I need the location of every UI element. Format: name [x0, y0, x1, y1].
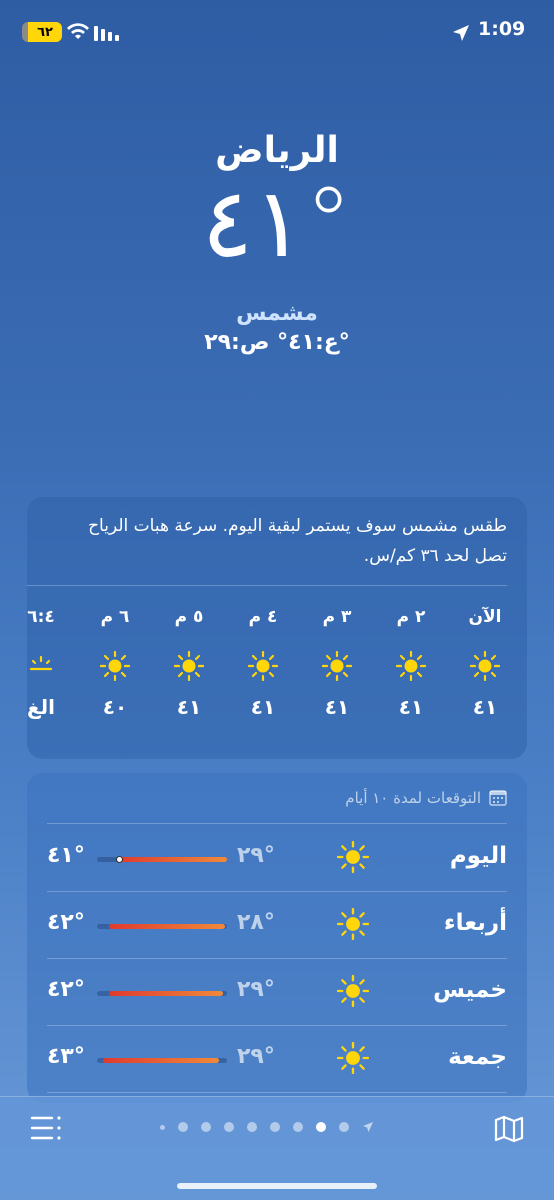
hour-temperature: ٤١ — [472, 695, 498, 719]
divider — [47, 823, 507, 824]
sun-icon — [100, 651, 130, 681]
day-high-temp: ٤٢° — [47, 910, 85, 935]
current-temp-marker — [116, 856, 123, 863]
battery-icon: ٦٢ — [22, 22, 62, 42]
status-bar: ٦٢ 1:09 — [0, 0, 554, 66]
page-dot[interactable] — [270, 1122, 280, 1132]
high-low-temperature: ع:٤١° ص:٢٩° — [204, 330, 350, 355]
hour-temperature: الغ — [27, 695, 56, 719]
page-indicator[interactable] — [160, 1121, 374, 1133]
current-temperature: ٤١° — [201, 167, 353, 279]
day-row[interactable]: اليوم ٢٩° ٤١° — [47, 825, 507, 892]
sun-icon — [337, 908, 369, 940]
hour-item: ٥ م ٤١ — [159, 607, 219, 719]
day-name: جمعة — [448, 1044, 507, 1070]
day-low-temp: ٢٨° — [237, 910, 275, 935]
city-name: الرياض — [215, 130, 339, 171]
hour-temperature: ٤١ — [324, 695, 350, 719]
bottom-toolbar — [0, 1096, 554, 1200]
temperature-range-bar — [97, 924, 227, 929]
sun-icon — [470, 651, 500, 681]
current-condition: مشمس — [236, 301, 318, 326]
hour-item: ٢ م ٤١ — [381, 607, 441, 719]
day-high-temp: ٤٢° — [47, 977, 85, 1002]
home-indicator[interactable] — [177, 1183, 377, 1189]
temperature-range-fill — [103, 1058, 219, 1063]
temperature-range-fill — [109, 924, 225, 929]
hour-label: ٣ م — [322, 607, 352, 627]
sun-icon — [322, 651, 352, 681]
hourly-summary: طقس مشمس سوف يستمر لبقية اليوم. سرعة هبا… — [88, 516, 507, 566]
day-row[interactable]: أربعاء ٢٨° ٤٢° — [47, 892, 507, 959]
page-dot[interactable] — [224, 1122, 234, 1132]
page-dot-active[interactable] — [316, 1122, 326, 1132]
current-location-icon[interactable] — [362, 1121, 374, 1133]
battery-level: ٦٢ — [37, 24, 53, 40]
ten-day-title: التوقعات لمدة ١٠ أيام — [345, 789, 481, 807]
hourly-forecast-card[interactable]: طقس مشمس سوف يستمر لبقية اليوم. سرعة هبا… — [27, 497, 527, 759]
divider — [27, 585, 507, 586]
sunset-icon — [29, 655, 53, 671]
hour-temperature: ٤١ — [250, 695, 276, 719]
calendar-icon — [489, 790, 507, 806]
sun-icon — [337, 975, 369, 1007]
hour-label: ٥ م — [174, 607, 204, 627]
map-icon[interactable] — [494, 1115, 524, 1143]
page-dot[interactable] — [293, 1122, 303, 1132]
list-icon[interactable] — [30, 1115, 62, 1141]
day-high-temp: ٤٣° — [47, 1044, 85, 1069]
day-row[interactable]: خميس ٢٩° ٤٢° — [47, 959, 507, 1026]
page-dot[interactable] — [247, 1122, 257, 1132]
hour-item: ٤ م ٤١ — [233, 607, 293, 719]
page-dot[interactable] — [201, 1122, 211, 1132]
wifi-icon — [67, 23, 89, 39]
page-dot[interactable] — [178, 1122, 188, 1132]
day-low-temp: ٢٩° — [237, 977, 275, 1002]
day-high-temp: ٤١° — [47, 843, 85, 868]
page-dot[interactable] — [339, 1122, 349, 1132]
day-name: أربعاء — [443, 910, 507, 936]
hour-item: ٦ م ٤٠ — [85, 607, 145, 719]
status-time: 1:09 — [478, 18, 526, 40]
day-low-temp: ٢٩° — [237, 1044, 275, 1069]
sun-icon — [337, 1042, 369, 1074]
divider — [47, 1092, 507, 1093]
cellular-signal-icon — [94, 26, 119, 41]
page-dot[interactable] — [160, 1124, 165, 1130]
temperature-range-bar — [97, 991, 227, 996]
hour-item: ٣ م ٤١ — [307, 607, 367, 719]
hour-label: ٦ م — [100, 607, 130, 627]
sun-icon — [174, 651, 204, 681]
hour-label: ٢ م — [396, 607, 426, 627]
ten-day-forecast-card[interactable]: التوقعات لمدة ١٠ أيام اليوم ٢٩° ٤١° أربع… — [27, 773, 527, 1103]
location-arrow-icon — [453, 25, 469, 41]
hour-item: الآن ٤١ — [455, 607, 515, 719]
hour-label: ٦:٤ — [27, 607, 55, 627]
sun-icon — [337, 841, 369, 873]
temperature-range-bar — [97, 856, 227, 863]
hour-temperature: ٤١ — [176, 695, 202, 719]
temperature-range-fill — [109, 991, 223, 996]
day-name: اليوم — [449, 843, 507, 869]
sun-icon — [396, 651, 426, 681]
hour-item: ٦:٤ الغ — [27, 607, 71, 719]
hour-label: ٤ م — [248, 607, 278, 627]
ten-day-header: التوقعات لمدة ١٠ أيام — [345, 789, 507, 807]
hour-temperature: ٤٠ — [102, 695, 128, 719]
weather-header: الرياض ٤١° مشمس ع:٤١° ص:٢٩° — [0, 130, 554, 355]
temperature-range-bar — [97, 1058, 227, 1063]
day-low-temp: ٢٩° — [237, 843, 275, 868]
day-name: خميس — [433, 977, 507, 1003]
hour-temperature: ٤١ — [398, 695, 424, 719]
hour-label: الآن — [468, 607, 502, 627]
day-row[interactable]: جمعة ٢٩° ٤٣° — [47, 1026, 507, 1093]
temperature-range-fill — [117, 857, 227, 862]
sun-icon — [248, 651, 278, 681]
